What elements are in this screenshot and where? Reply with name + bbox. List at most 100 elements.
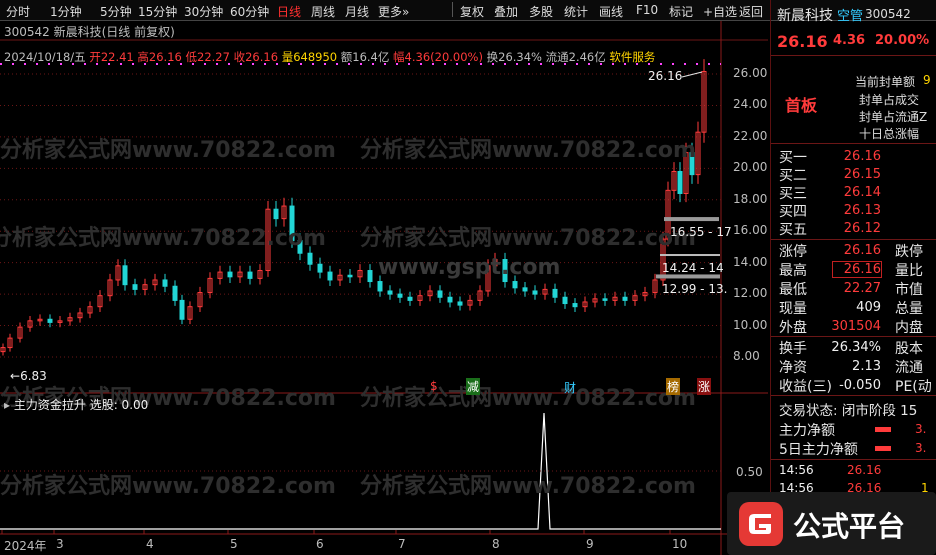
pe-label: PE(动 — [895, 379, 932, 395]
period-more[interactable]: 更多» — [378, 3, 409, 20]
period-60min[interactable]: 60分钟 — [230, 3, 269, 20]
platform-logo: 公式平台 — [727, 492, 936, 555]
event-marker-finance[interactable]: 财 — [564, 379, 576, 396]
bar-turnover: 换26.34% — [486, 50, 542, 64]
bid-5-label: 买五 — [779, 222, 807, 238]
back-button[interactable]: 返回 — [739, 3, 763, 20]
watermark: 分析家公式网www.70822.com — [0, 138, 336, 163]
watermark: 分析家公式网www.70822.com — [0, 226, 326, 251]
candle-body — [327, 271, 333, 281]
chart-title: 300542 新晨科技(日线 前复权) — [4, 25, 175, 39]
bid-2-price[interactable]: 26.15 — [841, 167, 881, 182]
add-watchlist-button[interactable]: +自选 — [703, 3, 737, 20]
candle-body — [122, 265, 128, 286]
watermark: 分析家公式网www.70822.com — [360, 474, 696, 499]
bid-4-label: 买四 — [779, 204, 807, 220]
period-1min[interactable]: 1分钟 — [50, 3, 82, 20]
event-marker-dividend[interactable]: $ — [430, 379, 438, 393]
candle-body — [172, 285, 178, 301]
candle-body — [457, 301, 463, 306]
bid-5-price[interactable]: 26.12 — [841, 221, 881, 236]
candle-body — [162, 279, 168, 287]
draw-button[interactable]: 画线 — [599, 3, 623, 20]
indicator-select: 选股: 0.00 — [89, 398, 149, 412]
candle-body — [622, 296, 628, 301]
period-fenshi[interactable]: 分时 — [6, 3, 30, 20]
current-volume-value: 409 — [856, 300, 881, 315]
indicator-axis-label: 0.50 — [736, 465, 763, 479]
period-daily[interactable]: 日线 — [277, 3, 301, 20]
candle-body — [317, 263, 323, 273]
candle-body — [367, 270, 373, 283]
bar-low: 低22.27 — [185, 50, 230, 64]
candle-body — [677, 170, 683, 194]
bid-3-price[interactable]: 26.14 — [841, 185, 881, 200]
toolbar-divider — [452, 2, 453, 17]
candle-body — [273, 208, 279, 220]
bar-date: 2024/10/18/五 — [4, 50, 86, 64]
mark-button[interactable]: 标记 — [669, 3, 693, 20]
main-net-5d-label: 5日主力净额 — [779, 442, 858, 458]
high-value: 26.16 — [832, 261, 882, 278]
f10-button[interactable]: F10 — [636, 3, 658, 17]
bar-amount: 额16.4亿 — [340, 50, 390, 64]
market-cap-label: 市值 — [895, 282, 923, 298]
date-tick-label: 2024年 — [4, 539, 47, 553]
period-30min[interactable]: 30分钟 — [184, 3, 223, 20]
quote-panel: 新晨科技 空管 300542 26.16 4.36 20.00% 首板 当前封单… — [770, 0, 936, 555]
candle-body — [447, 296, 453, 303]
turnover-value: 26.34% — [831, 340, 881, 355]
candle-body — [562, 296, 568, 305]
overlay-button[interactable]: 叠加 — [494, 3, 518, 20]
bid-3-label: 买三 — [779, 186, 807, 202]
bar-high: 高26.16 — [137, 50, 182, 64]
bid-4-price[interactable]: 26.13 — [841, 203, 881, 218]
net-assets-label: 净资 — [779, 360, 807, 376]
period-15min[interactable]: 15分钟 — [138, 3, 177, 20]
share-capital-label: 股本 — [895, 341, 923, 357]
stats-button[interactable]: 统计 — [564, 3, 588, 20]
candle-body — [179, 299, 185, 320]
date-tick-label: 5 — [230, 537, 238, 551]
main-net-bar — [875, 427, 891, 432]
watermark: 分析家公式网www.70822.com — [360, 138, 696, 163]
bid-2-label: 买二 — [779, 168, 807, 184]
price-change-pct: 20.00% — [875, 33, 930, 48]
limit-badge: 首板 — [785, 96, 818, 115]
ohlc-header: 2024/10/18/五 开22.41 高26.16 低22.27 收26.16… — [4, 49, 655, 65]
stock-code: 300542 — [865, 7, 911, 21]
stock-tag[interactable]: 空管 — [837, 5, 863, 24]
adjust-button[interactable]: 复权 — [460, 3, 484, 20]
period-5min[interactable]: 5分钟 — [100, 3, 132, 20]
candle-body — [47, 318, 53, 323]
high-label: 最高 — [779, 263, 807, 279]
indicator-title[interactable]: 主力资金拉升 — [14, 398, 86, 412]
price-tick-label: 20.00 — [733, 160, 768, 175]
limit-info-2: 封单占成交 — [859, 93, 920, 107]
candle-body — [397, 293, 403, 298]
period-weekly[interactable]: 周线 — [311, 3, 335, 20]
candle-body — [512, 281, 518, 289]
bar-sector: 软件服务 — [609, 50, 656, 64]
date-tick-label: 6 — [316, 537, 324, 551]
logo-mark-icon — [739, 502, 783, 546]
watermark: 分析家公式网www.70822.com — [360, 226, 696, 251]
bid-1-label: 买一 — [779, 150, 807, 166]
low-value: 6.83 — [20, 369, 47, 383]
date-tick-label: 4 — [146, 537, 154, 551]
price-tick-label: 22.00 — [733, 128, 768, 143]
bar-close: 收26.16 — [233, 50, 279, 64]
current-volume-label: 现量 — [779, 301, 807, 317]
price-tick-label: 16.00 — [733, 223, 768, 238]
candle-body — [377, 281, 383, 292]
bid-1-price[interactable]: 26.16 — [841, 149, 881, 164]
net-assets-value: 2.13 — [852, 359, 881, 374]
period-monthly[interactable]: 月线 — [345, 3, 369, 20]
multi-stock-button[interactable]: 多股 — [529, 3, 553, 20]
candle-body — [552, 288, 558, 298]
event-marker-limit[interactable]: 涨 — [697, 378, 712, 395]
total-volume-label: 总量 — [895, 301, 923, 317]
indicator-header: ▸ 主力资金拉升 选股: 0.00 — [4, 396, 148, 413]
event-marker-reduce[interactable]: 减 — [466, 378, 481, 395]
event-marker-list[interactable]: 榜 — [666, 378, 681, 395]
